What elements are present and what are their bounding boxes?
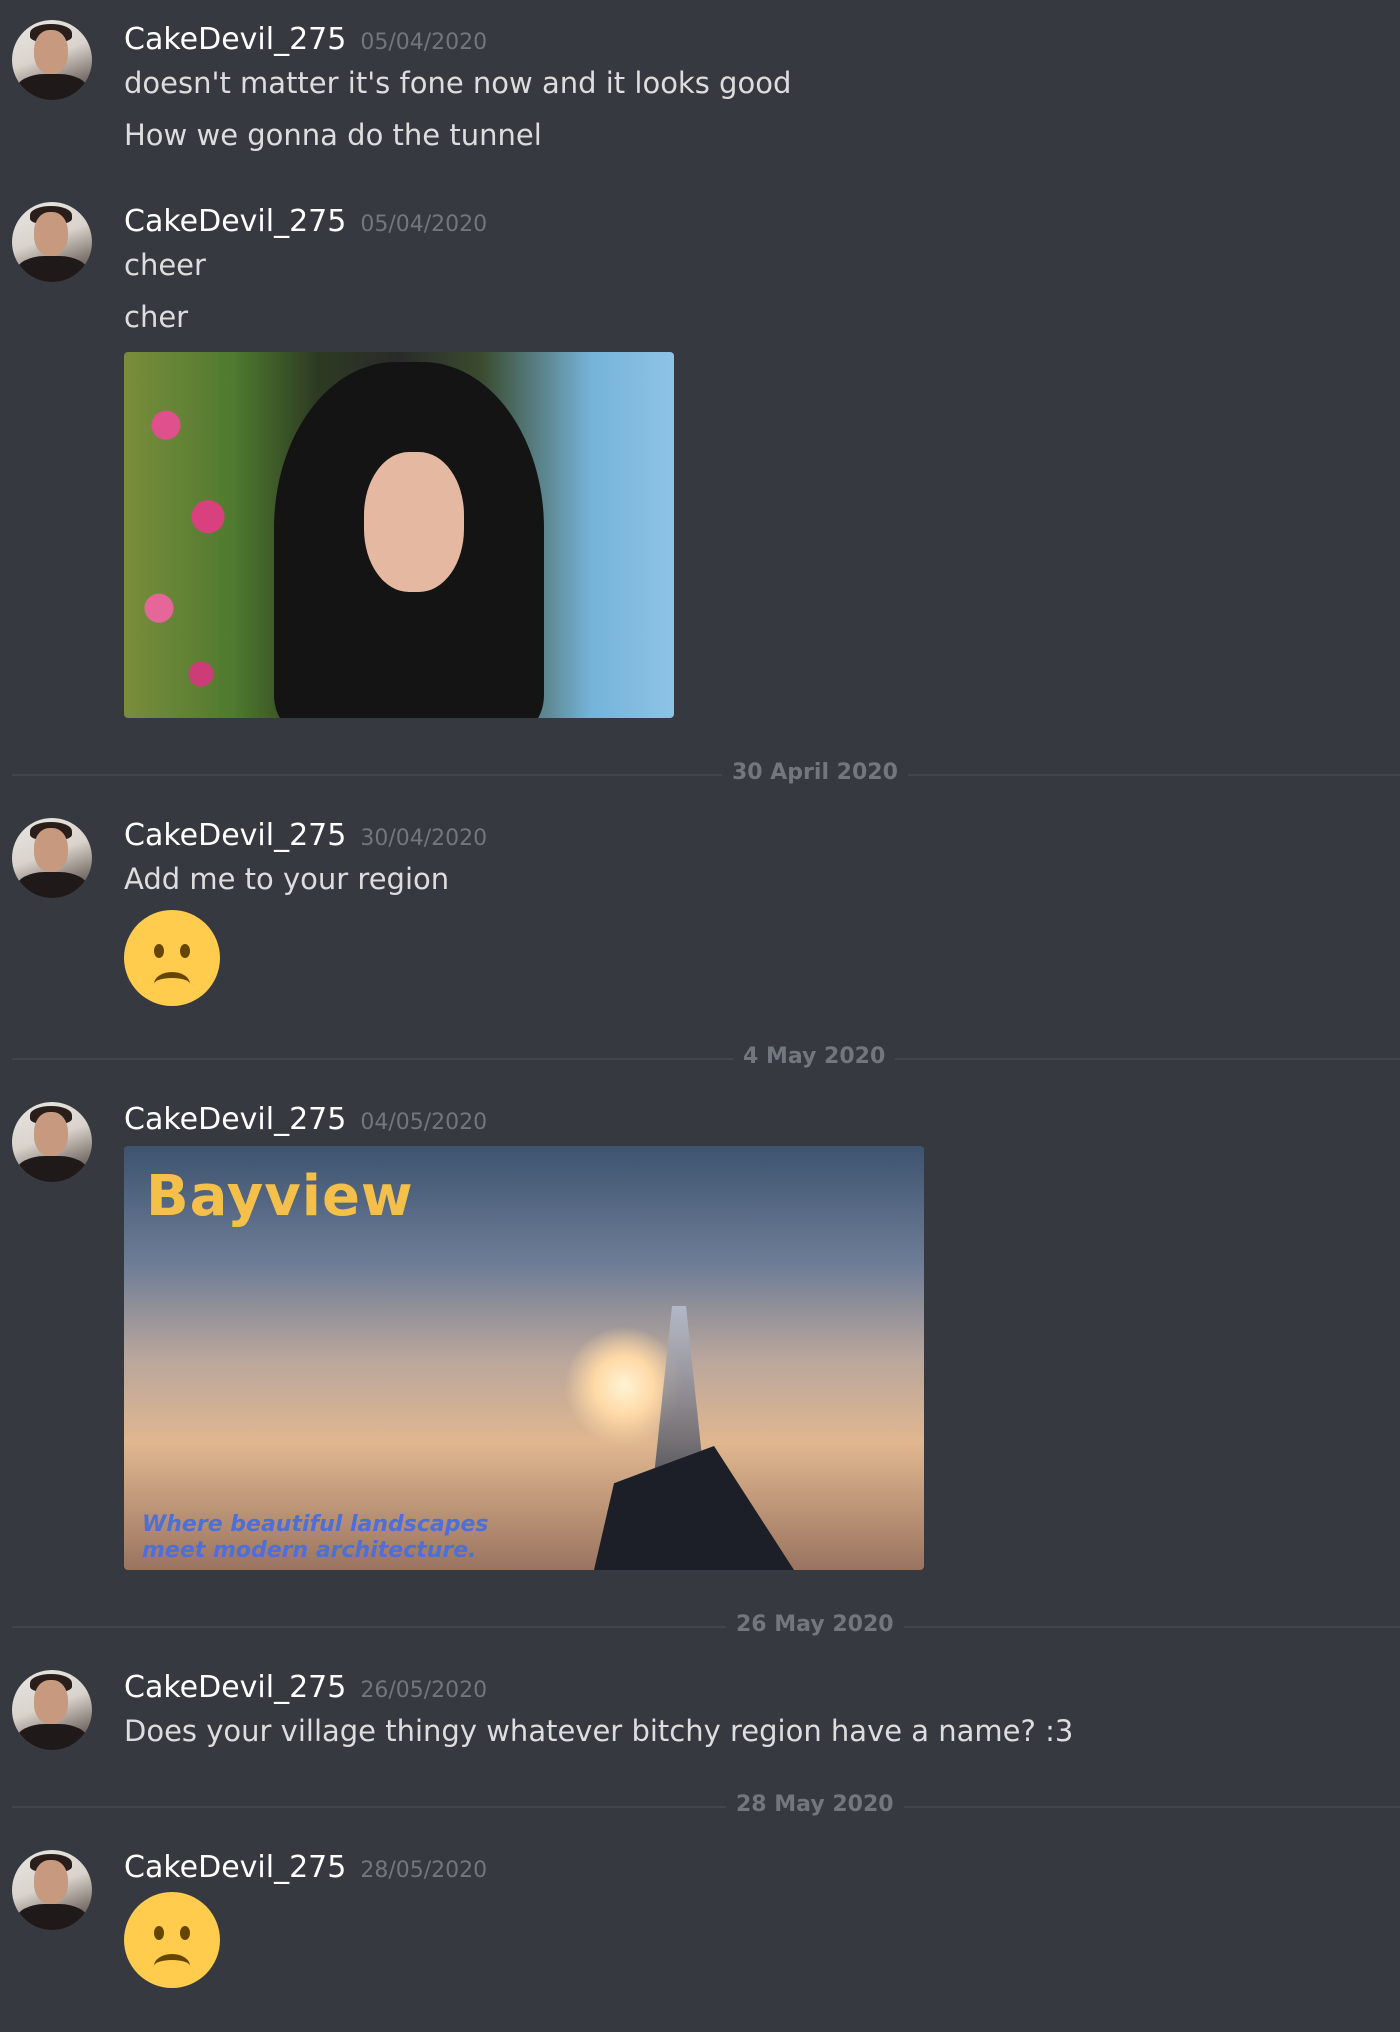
username[interactable]: CakeDevil_275 30/04/2020 — [124, 818, 487, 853]
timestamp: 30/04/2020 — [360, 826, 488, 851]
timestamp: 28/05/2020 — [360, 1858, 488, 1883]
avatar[interactable] — [12, 202, 92, 282]
message-text: doesn't matter it's fone now and it look… — [124, 66, 792, 100]
date-divider — [12, 1058, 1400, 1060]
username[interactable]: CakeDevil_275 26/05/2020 — [124, 1670, 487, 1705]
date-divider — [12, 1626, 1400, 1628]
avatar[interactable] — [12, 20, 92, 100]
date-divider-label: 28 May 2020 — [726, 1792, 904, 1817]
message-text: cheer — [124, 248, 206, 282]
frowning-face-emoji[interactable] — [124, 1892, 220, 1988]
message-text: cher — [124, 300, 189, 334]
avatar[interactable] — [12, 818, 92, 898]
timestamp: 04/05/2020 — [360, 1110, 488, 1135]
username[interactable]: CakeDevil_275 28/05/2020 — [124, 1850, 487, 1885]
image-attachment[interactable]: Bayview Where beautiful landscapes meet … — [124, 1146, 924, 1570]
date-divider-label: 30 April 2020 — [722, 760, 908, 785]
image-attachment[interactable] — [124, 352, 674, 718]
frowning-face-emoji[interactable] — [124, 910, 220, 1006]
date-divider-label: 26 May 2020 — [726, 1612, 904, 1637]
message-text: How we gonna do the tunnel — [124, 118, 542, 152]
date-divider-label: 4 May 2020 — [733, 1044, 896, 1069]
username[interactable]: CakeDevil_275 04/05/2020 — [124, 1102, 487, 1137]
username[interactable]: CakeDevil_275 05/04/2020 — [124, 204, 487, 239]
message-text: Add me to your region — [124, 862, 450, 896]
avatar[interactable] — [12, 1850, 92, 1930]
date-divider — [12, 774, 1400, 776]
username[interactable]: CakeDevil_275 05/04/2020 — [124, 22, 487, 57]
message-text: Does your village thingy whatever bitchy… — [124, 1714, 1074, 1748]
avatar[interactable] — [12, 1670, 92, 1750]
banner-tagline: Where beautiful landscapes meet modern a… — [142, 1512, 489, 1563]
timestamp: 26/05/2020 — [360, 1678, 488, 1703]
timestamp: 05/04/2020 — [360, 30, 488, 55]
date-divider — [12, 1806, 1400, 1808]
banner-title: Bayview — [146, 1164, 414, 1229]
timestamp: 05/04/2020 — [360, 212, 488, 237]
avatar[interactable] — [12, 1102, 92, 1182]
